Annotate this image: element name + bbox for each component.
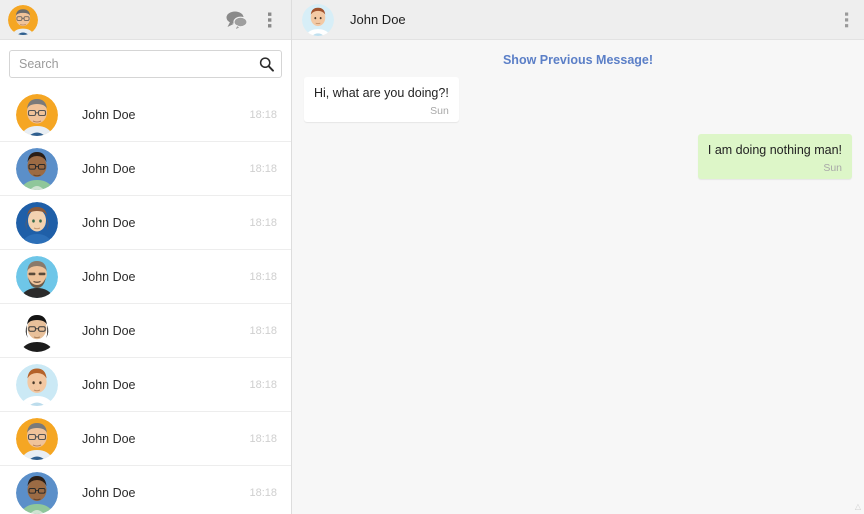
message-time: Sun bbox=[823, 162, 842, 174]
message-row: I am doing nothing man! Sun bbox=[304, 134, 852, 179]
chat-application: John Doe 18:18 John Doe 18:18 John Doe 18:1… bbox=[0, 0, 864, 514]
chat-item-name: John Doe bbox=[82, 269, 136, 284]
chat-list[interactable]: John Doe 18:18 John Doe 18:18 John Doe 18:1… bbox=[0, 88, 291, 514]
chat-item-name: John Doe bbox=[82, 485, 136, 500]
message-area[interactable]: Show Previous Message! Hi, what are you … bbox=[292, 40, 864, 514]
chat-item-name: John Doe bbox=[82, 431, 136, 446]
avatar-blue-darkskin bbox=[16, 471, 58, 514]
chat-item-time: 18:18 bbox=[249, 108, 277, 121]
message-row: Hi, what are you doing?! Sun bbox=[304, 77, 852, 122]
chat-item-time: 18:18 bbox=[249, 486, 277, 499]
avatar-orange-glasses bbox=[16, 93, 58, 136]
chat-item-name: John Doe bbox=[82, 323, 136, 338]
message-bubble[interactable]: I am doing nothing man! Sun bbox=[697, 134, 852, 179]
chat-item-name: John Doe bbox=[82, 107, 136, 122]
chat-item-time: 18:18 bbox=[249, 216, 277, 229]
message-text: Hi, what are you doing?! bbox=[314, 86, 449, 100]
chat-item-time: 18:18 bbox=[249, 324, 277, 337]
message-container: Hi, what are you doing?! Sun I am doing no… bbox=[304, 77, 852, 179]
show-previous-message-link[interactable]: Show Previous Message! bbox=[304, 40, 852, 77]
contact-avatar[interactable] bbox=[302, 3, 334, 36]
current-user-avatar[interactable] bbox=[8, 4, 38, 35]
chat-list-item[interactable]: John Doe 18:18 bbox=[0, 304, 291, 358]
search-container bbox=[0, 40, 291, 88]
avatar-white-blackhair bbox=[16, 309, 58, 352]
search-box[interactable] bbox=[9, 50, 282, 78]
sidebar-header bbox=[0, 0, 291, 40]
chat-list-item[interactable]: John Doe 18:18 bbox=[0, 412, 291, 466]
message-time: Sun bbox=[430, 105, 449, 117]
chat-item-time: 18:18 bbox=[249, 162, 277, 175]
chat-item-name: John Doe bbox=[82, 215, 136, 230]
chat-item-time: 18:18 bbox=[249, 432, 277, 445]
chat-list-item[interactable]: John Doe 18:18 bbox=[0, 358, 291, 412]
message-bubble[interactable]: Hi, what are you doing?! Sun bbox=[304, 77, 459, 122]
search-input[interactable] bbox=[10, 51, 281, 77]
conversation-title: John Doe bbox=[350, 12, 406, 27]
chat-item-name: John Doe bbox=[82, 161, 136, 176]
message-text: I am doing nothing man! bbox=[707, 143, 842, 157]
chat-list-item[interactable]: John Doe 18:18 bbox=[0, 196, 291, 250]
more-vertical-icon[interactable] bbox=[840, 9, 854, 31]
avatar-cyan-beard bbox=[16, 255, 58, 298]
avatar-lightblue-ginger bbox=[16, 363, 58, 406]
avatar-orange-glasses bbox=[16, 417, 58, 460]
chat-list-item[interactable]: John Doe 18:18 bbox=[0, 142, 291, 196]
chat-list-item[interactable]: John Doe 18:18 bbox=[0, 466, 291, 514]
avatar-blue-darkskin bbox=[16, 147, 58, 190]
chat-item-name: John Doe bbox=[82, 377, 136, 392]
chat-item-time: 18:18 bbox=[249, 378, 277, 391]
conversation-header: John Doe bbox=[292, 0, 864, 40]
sidebar: John Doe 18:18 John Doe 18:18 John Doe 18:1… bbox=[0, 0, 292, 514]
search-icon[interactable] bbox=[259, 57, 274, 72]
conversation-panel: John Doe Show Previous Message! Hi, what… bbox=[292, 0, 864, 514]
chat-list-item[interactable]: John Doe 18:18 bbox=[0, 88, 291, 142]
chat-item-time: 18:18 bbox=[249, 270, 277, 283]
avatar-navy-longhair bbox=[16, 201, 58, 244]
more-vertical-icon[interactable] bbox=[263, 9, 277, 31]
chat-list-item[interactable]: John Doe 18:18 bbox=[0, 250, 291, 304]
chats-icon[interactable] bbox=[223, 9, 249, 31]
